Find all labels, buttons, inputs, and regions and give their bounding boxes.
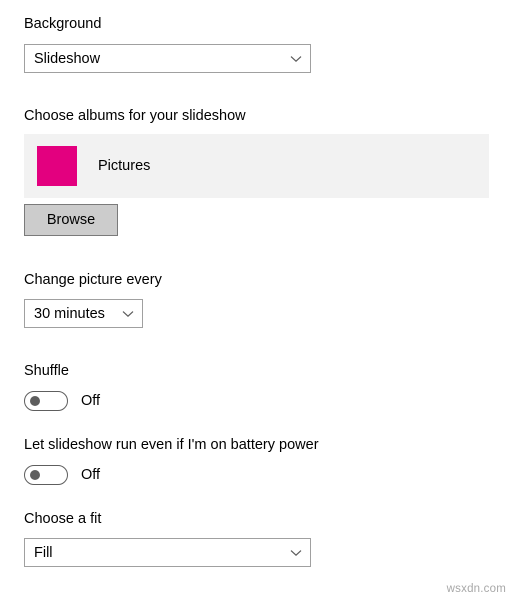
shuffle-toggle-row: Off (24, 391, 100, 411)
battery-toggle[interactable] (24, 465, 68, 485)
shuffle-toggle-knob (30, 396, 40, 406)
change-picture-every-label: Change picture every (24, 272, 162, 288)
watermark: wsxdn.com (446, 583, 506, 595)
fit-select[interactable]: Fill (24, 538, 311, 567)
chevron-down-icon (282, 549, 310, 557)
fit-select-value: Fill (34, 544, 53, 561)
settings-background-pane: Background Slideshow Choose albums for y… (0, 0, 514, 600)
choose-a-fit-label: Choose a fit (24, 511, 102, 527)
choose-albums-label: Choose albums for your slideshow (24, 108, 246, 124)
shuffle-toggle[interactable] (24, 391, 68, 411)
chevron-down-icon (114, 310, 142, 318)
battery-toggle-state: Off (81, 467, 101, 483)
change-picture-interval-select[interactable]: 30 minutes (24, 299, 143, 328)
album-thumbnail (37, 146, 77, 186)
battery-slideshow-label: Let slideshow run even if I'm on battery… (24, 437, 319, 453)
battery-toggle-row: Off (24, 465, 100, 485)
battery-toggle-knob (30, 470, 40, 480)
chevron-down-icon (282, 55, 310, 63)
background-label: Background (24, 16, 102, 32)
browse-button[interactable]: Browse (24, 204, 118, 236)
album-name: Pictures (98, 158, 151, 174)
change-picture-interval-value: 30 minutes (34, 305, 105, 322)
background-select-value: Slideshow (34, 50, 101, 67)
album-list[interactable]: Pictures (24, 134, 489, 198)
background-select[interactable]: Slideshow (24, 44, 311, 73)
shuffle-label: Shuffle (24, 363, 69, 379)
shuffle-toggle-state: Off (81, 393, 101, 409)
